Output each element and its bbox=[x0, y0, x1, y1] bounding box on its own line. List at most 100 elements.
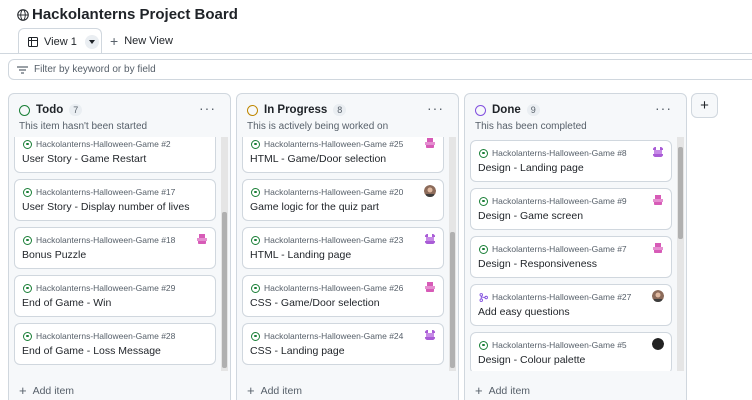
tabs-divider bbox=[0, 53, 752, 54]
card-meta: Hackolanterns-Halloween-Game #26 bbox=[251, 283, 403, 293]
card-meta: Hackolanterns-Halloween-Game #20 bbox=[251, 187, 403, 197]
avatar-pink-icon[interactable] bbox=[652, 194, 664, 206]
card[interactable]: Hackolanterns-Halloween-Game #20 Game lo… bbox=[242, 179, 444, 221]
issue-open-icon bbox=[251, 139, 260, 149]
column-count: 9 bbox=[526, 104, 540, 116]
add-item-button[interactable]: + Add item bbox=[475, 383, 530, 398]
card-title[interactable]: End of Game - Loss Message bbox=[22, 345, 161, 357]
scrollbar-thumb[interactable] bbox=[222, 212, 227, 368]
card-reference: Hackolanterns-Halloween-Game #5 bbox=[492, 340, 627, 350]
issue-open-icon bbox=[251, 283, 260, 293]
card[interactable]: Hackolanterns-Halloween-Game #5 Design -… bbox=[470, 332, 672, 371]
tab-view-1[interactable]: View 1 bbox=[18, 28, 102, 54]
card[interactable]: Hackolanterns-Halloween-Game #23 HTML - … bbox=[242, 227, 444, 269]
card-reference: Hackolanterns-Halloween-Game #8 bbox=[492, 148, 627, 158]
card-title[interactable]: CSS - Game/Door selection bbox=[250, 297, 380, 309]
card-meta: Hackolanterns-Halloween-Game #23 bbox=[251, 235, 403, 245]
card[interactable]: Hackolanterns-Halloween-Game #17 User St… bbox=[14, 179, 216, 221]
add-column-button[interactable]: + bbox=[691, 93, 718, 118]
card[interactable]: Hackolanterns-Halloween-Game #28 End of … bbox=[14, 323, 216, 365]
column-scrollbar[interactable] bbox=[221, 137, 228, 371]
add-item-label: Add item bbox=[32, 384, 75, 397]
pull-request-merged-icon bbox=[479, 292, 488, 302]
card-title[interactable]: Bonus Puzzle bbox=[22, 249, 86, 261]
avatar-pink-icon[interactable] bbox=[652, 242, 664, 254]
card-title[interactable]: Design - Responsiveness bbox=[478, 258, 597, 270]
card-meta: Hackolanterns-Halloween-Game #7 bbox=[479, 244, 627, 254]
card-meta: Hackolanterns-Halloween-Game #18 bbox=[23, 235, 175, 245]
card-title[interactable]: User Story - Display number of lives bbox=[22, 201, 189, 213]
card-title[interactable]: Add easy questions bbox=[478, 306, 570, 318]
avatar-pink-icon[interactable] bbox=[424, 137, 436, 149]
scrollbar-thumb[interactable] bbox=[678, 147, 683, 239]
issue-open-icon bbox=[251, 331, 260, 341]
card-meta: Hackolanterns-Halloween-Game #17 bbox=[23, 187, 175, 197]
column-title: Todo bbox=[36, 104, 64, 116]
card[interactable]: Hackolanterns-Halloween-Game #27 Add eas… bbox=[470, 284, 672, 326]
avatar-pink-icon[interactable] bbox=[196, 233, 208, 245]
card[interactable]: Hackolanterns-Halloween-Game #9 Design -… bbox=[470, 188, 672, 230]
plus-icon: + bbox=[475, 383, 483, 398]
card[interactable]: Hackolanterns-Halloween-Game #2 User Sto… bbox=[14, 137, 216, 173]
scrollbar-thumb[interactable] bbox=[450, 232, 455, 368]
card-list: Hackolanterns-Halloween-Game #25 HTML - … bbox=[237, 137, 460, 371]
card[interactable]: Hackolanterns-Halloween-Game #8 Design -… bbox=[470, 140, 672, 182]
card[interactable]: Hackolanterns-Halloween-Game #7 Design -… bbox=[470, 236, 672, 278]
card[interactable]: Hackolanterns-Halloween-Game #29 End of … bbox=[14, 275, 216, 317]
card-reference: Hackolanterns-Halloween-Game #9 bbox=[492, 196, 627, 206]
avatar-photo-icon[interactable] bbox=[652, 290, 664, 302]
card-title[interactable]: CSS - Landing page bbox=[250, 345, 345, 357]
card-title[interactable]: HTML - Game/Door selection bbox=[250, 153, 386, 165]
card-title[interactable]: User Story - Game Restart bbox=[22, 153, 146, 165]
card-title[interactable]: HTML - Landing page bbox=[250, 249, 351, 261]
add-item-button[interactable]: + Add item bbox=[19, 383, 74, 398]
plus-icon: + bbox=[247, 383, 255, 398]
column-scrollbar[interactable] bbox=[677, 137, 684, 371]
card-meta: Hackolanterns-Halloween-Game #24 bbox=[251, 331, 403, 341]
new-view-button[interactable]: + New View bbox=[110, 28, 173, 54]
tab-view-options-button[interactable] bbox=[84, 34, 99, 49]
filter-input[interactable] bbox=[34, 64, 334, 75]
column-todo: Todo 7 ··· This item hasn't been started… bbox=[8, 93, 231, 400]
card-title[interactable]: Design - Colour palette bbox=[478, 354, 585, 366]
card-title[interactable]: Game logic for the quiz part bbox=[250, 201, 379, 213]
add-item-button[interactable]: + Add item bbox=[247, 383, 302, 398]
plus-icon: + bbox=[110, 33, 119, 49]
column-count: 7 bbox=[69, 104, 83, 116]
column-in-progress: In Progress 8 ··· This is actively being… bbox=[236, 93, 459, 400]
avatar-photo-icon[interactable] bbox=[424, 185, 436, 197]
card-meta: Hackolanterns-Halloween-Game #5 bbox=[479, 340, 627, 350]
issue-open-icon bbox=[479, 148, 488, 158]
card-reference: Hackolanterns-Halloween-Game #28 bbox=[36, 331, 176, 341]
card[interactable]: Hackolanterns-Halloween-Game #25 HTML - … bbox=[242, 137, 444, 173]
column-menu-button[interactable]: ··· bbox=[199, 100, 216, 116]
card[interactable]: Hackolanterns-Halloween-Game #26 CSS - G… bbox=[242, 275, 444, 317]
board-title: Hackolanterns Project Board bbox=[32, 6, 238, 23]
card-list: Hackolanterns-Halloween-Game #2 User Sto… bbox=[9, 137, 232, 371]
column-menu-button[interactable]: ··· bbox=[427, 100, 444, 116]
card-title[interactable]: End of Game - Win bbox=[22, 297, 111, 309]
tab-view-1-label: View 1 bbox=[44, 35, 77, 48]
column-description: This item hasn't been started bbox=[19, 121, 148, 132]
card-title[interactable]: Design - Landing page bbox=[478, 162, 584, 174]
card-title[interactable]: Design - Game screen bbox=[478, 210, 583, 222]
column-scrollbar[interactable] bbox=[449, 137, 456, 371]
card[interactable]: Hackolanterns-Halloween-Game #18 Bonus P… bbox=[14, 227, 216, 269]
issue-open-icon bbox=[479, 340, 488, 350]
avatar-purple-icon[interactable] bbox=[424, 329, 436, 341]
avatar-pink-icon[interactable] bbox=[424, 281, 436, 293]
status-in-progress-icon bbox=[247, 104, 258, 116]
column-menu-button[interactable]: ··· bbox=[655, 100, 672, 116]
card-reference: Hackolanterns-Halloween-Game #18 bbox=[36, 235, 176, 245]
column-done: Done 9 ··· This has been completed Hacko… bbox=[464, 93, 687, 400]
card[interactable]: Hackolanterns-Halloween-Game #24 CSS - L… bbox=[242, 323, 444, 365]
column-count: 8 bbox=[333, 104, 347, 116]
card-meta: Hackolanterns-Halloween-Game #2 bbox=[23, 139, 171, 149]
avatar-purple-icon[interactable] bbox=[424, 233, 436, 245]
column-header: In Progress 8 bbox=[247, 102, 447, 118]
card-meta: Hackolanterns-Halloween-Game #9 bbox=[479, 196, 627, 206]
card-reference: Hackolanterns-Halloween-Game #7 bbox=[492, 244, 627, 254]
avatar-dark-icon[interactable] bbox=[652, 338, 664, 350]
plus-icon: + bbox=[19, 383, 27, 398]
avatar-purple-icon[interactable] bbox=[652, 146, 664, 158]
